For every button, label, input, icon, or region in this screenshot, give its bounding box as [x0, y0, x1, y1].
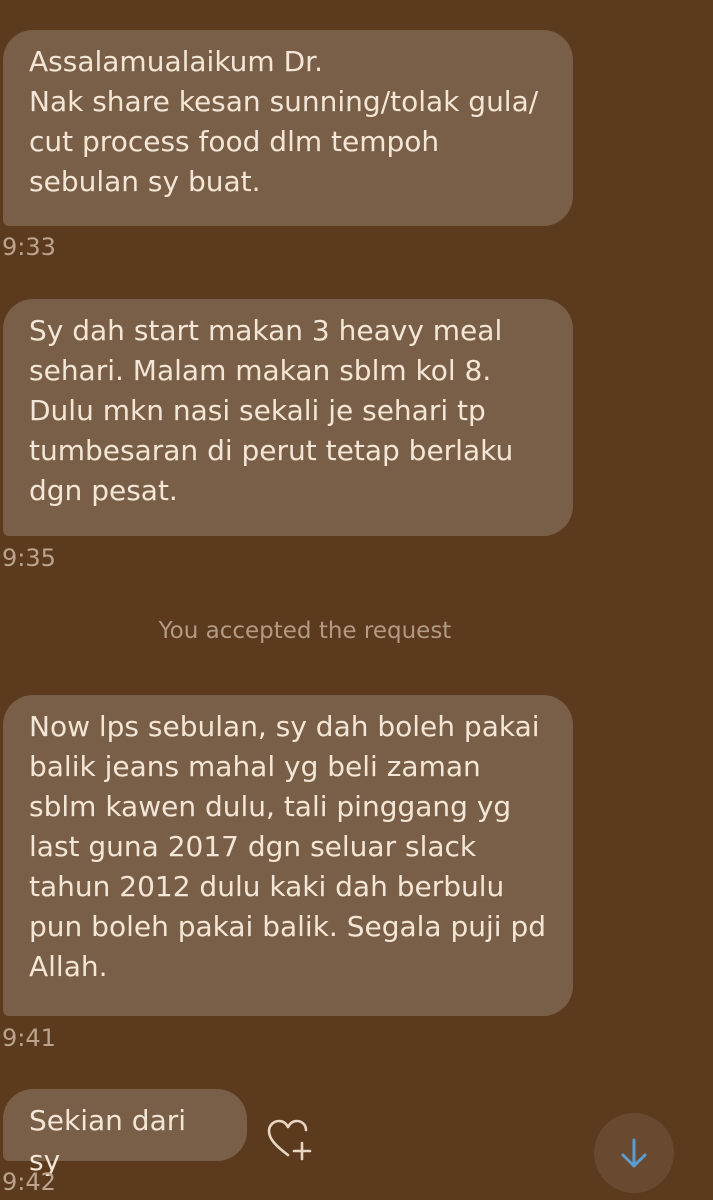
message-timestamp: 9:42	[2, 1168, 56, 1196]
message-timestamp: 9:35	[2, 544, 56, 572]
heart-plus-icon[interactable]	[265, 1112, 315, 1162]
message-bubble[interactable]: Now lps sebulan, sy dah boleh pakai bali…	[3, 695, 573, 1016]
scroll-to-bottom-button[interactable]	[594, 1113, 674, 1193]
system-message: You accepted the request	[158, 618, 452, 644]
message-bubble[interactable]: Sekian dari sy	[3, 1089, 247, 1177]
message-timestamp: 9:41	[2, 1024, 56, 1052]
message-bubble[interactable]: Sy dah start makan 3 heavy meal sehari. …	[3, 299, 573, 536]
message-timestamp: 9:33	[2, 233, 56, 261]
message-bubble[interactable]: Assalamualaikum Dr. Nak share kesan sunn…	[3, 30, 573, 226]
arrow-down-icon	[621, 1138, 647, 1168]
